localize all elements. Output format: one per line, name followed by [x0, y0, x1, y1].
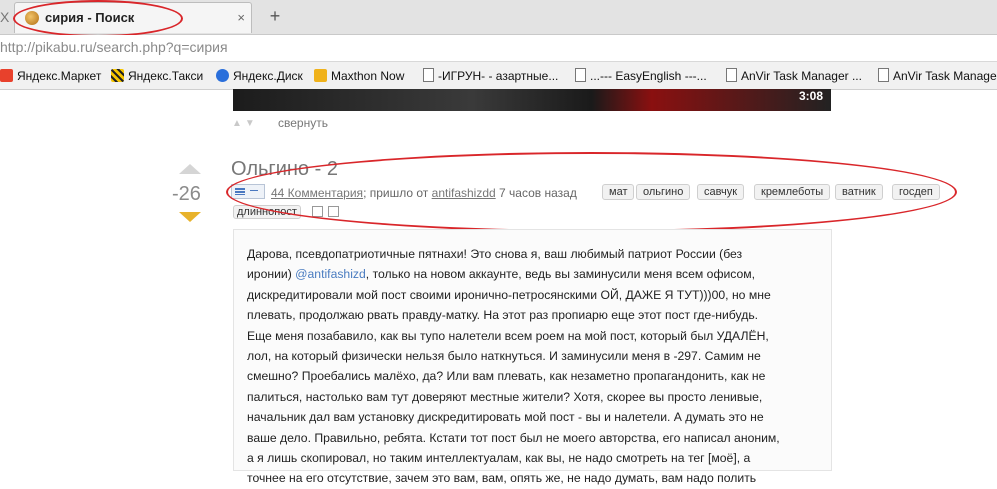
- upvote-arrow-icon[interactable]: [179, 164, 201, 174]
- yandex-taxi-icon: [111, 69, 124, 82]
- red-annotation-circle-tab: [13, 0, 183, 37]
- post-body: Дарова, псевдопатриотичные пятнахи! Это …: [233, 229, 832, 485]
- video-duration: 3:08: [798, 89, 823, 103]
- bookmark-anvir-1[interactable]: AnVir Task Manager ...: [726, 68, 862, 84]
- bookmark-yandex-taxi[interactable]: Яндекс.Такси: [111, 68, 203, 84]
- vote-arrows-small-icon[interactable]: ▲▼: [232, 118, 258, 129]
- yandex-market-icon: [0, 69, 13, 82]
- page-icon: [575, 68, 586, 82]
- page-icon: [726, 68, 737, 82]
- bookmarks-bar: Яндекс.Маркет Яндекс.Такси Яндекс.Диск M…: [0, 62, 997, 90]
- bookmark-anvir-2[interactable]: AnVir Task Manager: [878, 68, 997, 84]
- collapse-link[interactable]: свернуть: [278, 116, 328, 130]
- post-score: -26: [172, 183, 201, 205]
- maxthon-icon: [314, 69, 327, 82]
- yandex-disk-icon: [216, 69, 229, 82]
- mention-link[interactable]: @antifashizd: [295, 267, 366, 281]
- bookmark-igrun[interactable]: -ИГРУН- - азартные...: [423, 68, 558, 84]
- video-player[interactable]: 3:08: [233, 89, 831, 111]
- post-text: Дарова, псевдопатриотичные пятнахи! Это …: [247, 247, 780, 486]
- tab-close-icon[interactable]: ×: [237, 10, 245, 25]
- tab-bar: X сирия - Поиск × +: [0, 0, 997, 37]
- new-tab-button[interactable]: +: [262, 5, 288, 29]
- page-icon: [423, 68, 434, 82]
- bookmark-easyenglish[interactable]: ...--- EasyEnglish ---...: [575, 68, 707, 84]
- previous-tab-close-icon[interactable]: X: [0, 6, 11, 28]
- address-bar[interactable]: http://pikabu.ru/search.php?q=сирия: [0, 35, 997, 62]
- bookmark-maxthon-now[interactable]: Maxthon Now: [314, 68, 404, 84]
- bookmark-yandex-market[interactable]: Яндекс.Маркет: [0, 68, 101, 84]
- address-url[interactable]: http://pikabu.ru/search.php?q=сирия: [0, 39, 228, 55]
- red-annotation-circle-meta: [226, 152, 957, 232]
- page-icon: [878, 68, 889, 82]
- downvote-arrow-icon[interactable]: [179, 212, 201, 222]
- bookmark-yandex-disk[interactable]: Яндекс.Диск: [216, 68, 303, 84]
